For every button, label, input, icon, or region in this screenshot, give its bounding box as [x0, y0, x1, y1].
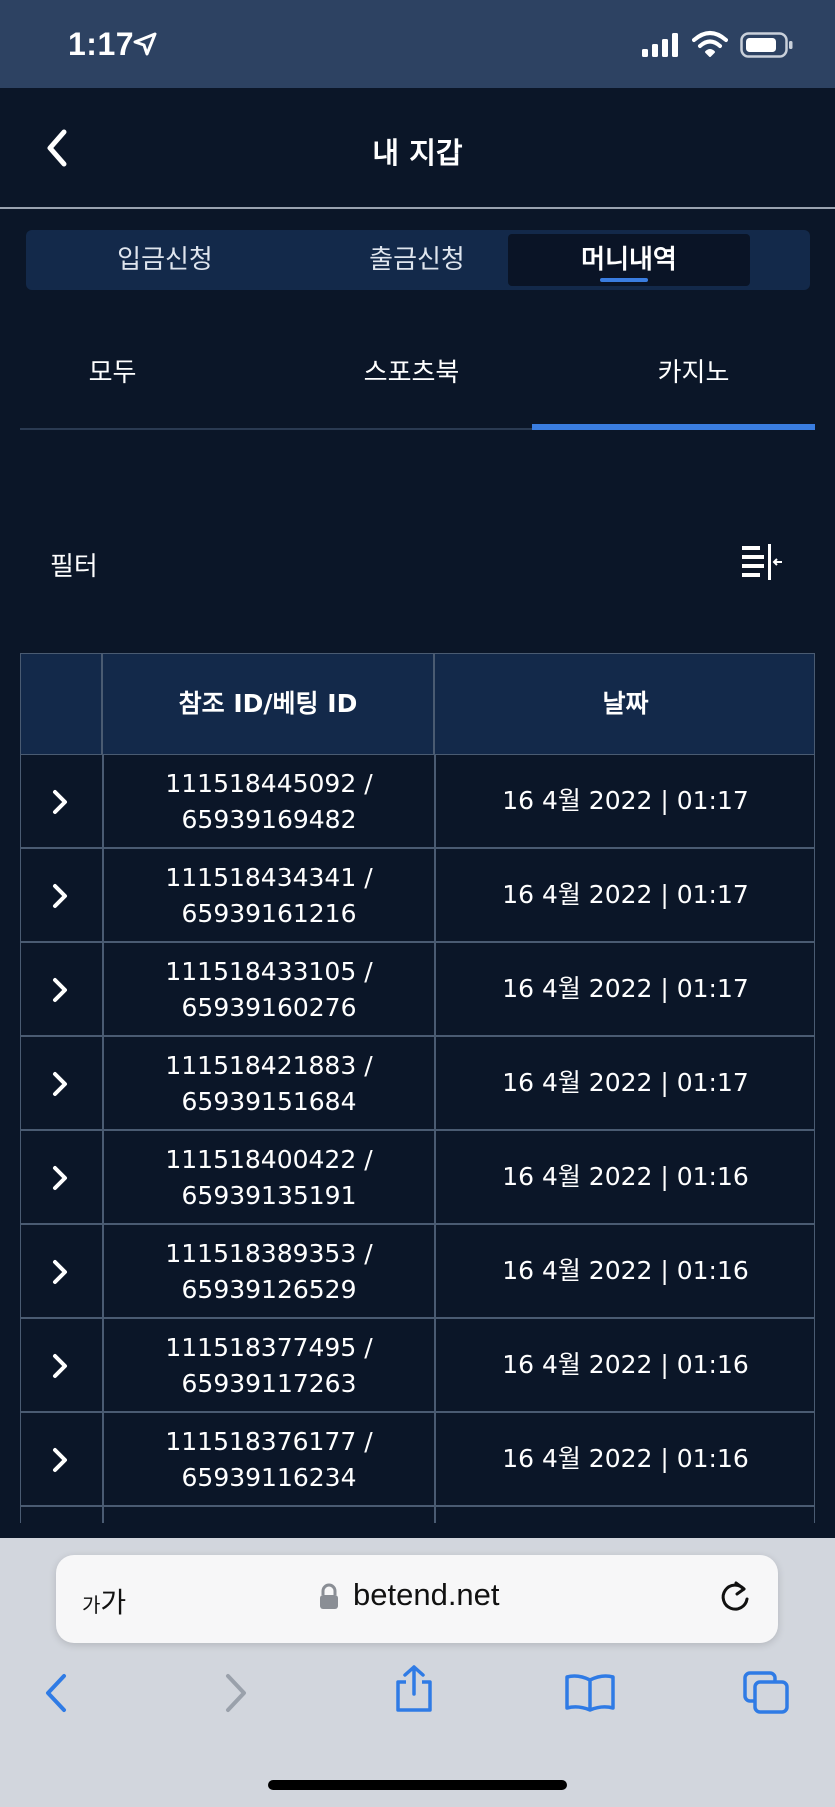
bet-id: 65939169482: [181, 805, 357, 834]
bet-id: 65939160276: [181, 993, 357, 1022]
row-date: 16 4월 2022 | 01:16: [502, 1256, 749, 1285]
browser-back-icon[interactable]: [42, 1672, 70, 1718]
chevron-right-icon[interactable]: [51, 1071, 69, 1101]
page-title: 내 지갑: [372, 136, 463, 170]
row-date: 16 4월 2022 | 01:17: [502, 786, 749, 815]
row-date: 16 4월 2022 | 01:17: [502, 974, 749, 1003]
table-row[interactable]: 111518400422 / 65939135191 16 4월 2022 | 0…: [20, 1131, 815, 1225]
row-ids: 111518400422 / 65939135191: [103, 1142, 435, 1214]
column-divider: [102, 1507, 104, 1523]
lock-icon: [319, 1583, 339, 1615]
chevron-right-icon[interactable]: [51, 883, 69, 913]
subtab-label: 모두: [88, 358, 137, 388]
reader-text-size-button[interactable]: 가가: [82, 1581, 126, 1621]
bet-id: 65939117263: [181, 1369, 357, 1398]
tab-withdraw-request[interactable]: 출금신청: [296, 234, 538, 286]
table-row[interactable]: 111518445092 / 65939169482 16 4월 2022 | 0…: [20, 755, 815, 849]
aa-small: 가: [82, 1593, 101, 1617]
status-bar: 1:17: [0, 0, 835, 88]
column-divider: [434, 1507, 436, 1523]
subtab-sportsbook[interactable]: 스포츠북: [279, 352, 544, 389]
row-date: 16 4월 2022 | 01:17: [502, 1068, 749, 1097]
ref-id: 111518377495 /: [165, 1333, 373, 1362]
row-date: 16 4월 2022 | 01:17: [502, 880, 749, 909]
tab-money-history[interactable]: 머니내역: [508, 234, 750, 286]
ref-id: 111518434341 /: [165, 863, 373, 892]
share-icon[interactable]: [392, 1664, 436, 1718]
bet-id: 65939135191: [181, 1181, 357, 1210]
row-ids: 111518389353 / 65939126529: [103, 1236, 435, 1308]
filter-icon[interactable]: [740, 542, 784, 586]
column-header-ref-id: 참조 ID/베팅 ID: [178, 689, 358, 718]
tabs-icon[interactable]: [742, 1670, 790, 1718]
bet-id: 65939151684: [181, 1087, 357, 1116]
row-ids: 111518421883 / 65939151684: [103, 1048, 435, 1120]
table-row[interactable]: 111518389353 / 65939126529 16 4월 2022 | 0…: [20, 1225, 815, 1319]
chevron-right-icon[interactable]: [51, 977, 69, 1007]
main-tabs: 입금신청 출금신청 머니내역: [26, 230, 810, 290]
wifi-icon: [692, 30, 728, 62]
chevron-right-icon[interactable]: [51, 1259, 69, 1289]
chevron-right-icon[interactable]: [51, 1165, 69, 1195]
chevron-right-icon[interactable]: [51, 1353, 69, 1383]
row-ids: 111518376177 / 65939116234: [103, 1424, 435, 1496]
table-row-partial: [20, 1507, 815, 1523]
browser-forward-icon[interactable]: [222, 1672, 250, 1718]
tab-label: 머니내역: [581, 245, 677, 275]
history-table: 참조 ID/베팅 ID 날짜 111518445092 / 65939169482…: [20, 653, 815, 1523]
subtab-casino[interactable]: 카지노: [561, 352, 826, 389]
row-ids: 111518377495 / 65939117263: [103, 1330, 435, 1402]
address-bar[interactable]: 가가 betend.net: [56, 1555, 778, 1643]
active-tab-indicator: [600, 278, 648, 282]
ref-id: 111518433105 /: [165, 957, 373, 986]
row-date: 16 4월 2022 | 01:16: [502, 1162, 749, 1191]
ref-id: 111518421883 /: [165, 1051, 373, 1080]
home-indicator: [268, 1780, 567, 1790]
battery-icon: [740, 32, 794, 62]
subtab-label: 카지노: [657, 358, 730, 388]
subtab-all[interactable]: 모두: [0, 352, 245, 389]
bookmarks-icon[interactable]: [564, 1672, 616, 1716]
row-date: 16 4월 2022 | 01:16: [502, 1444, 749, 1473]
aa-large: 가: [100, 1586, 127, 1619]
tab-label: 출금신청: [369, 245, 465, 275]
status-time: 1:17: [68, 26, 135, 62]
signal-icon: [642, 33, 680, 61]
table-header: 참조 ID/베팅 ID 날짜: [20, 653, 815, 755]
ref-id: 111518389353 /: [165, 1239, 373, 1268]
ref-id: 111518376177 /: [165, 1427, 373, 1456]
bet-id: 65939116234: [181, 1463, 357, 1492]
subtab-label: 스포츠북: [363, 358, 460, 388]
reload-icon[interactable]: [718, 1579, 752, 1619]
ref-id: 111518445092 /: [165, 769, 373, 798]
chevron-right-icon[interactable]: [51, 789, 69, 819]
filter-label: 필터: [50, 552, 98, 582]
table-row[interactable]: 111518433105 / 65939160276 16 4월 2022 | 0…: [20, 943, 815, 1037]
tab-label: 입금신청: [117, 245, 213, 275]
bet-id: 65939161216: [181, 899, 357, 928]
header-divider: [0, 207, 835, 209]
row-date: 16 4월 2022 | 01:16: [502, 1350, 749, 1379]
app-header: 내 지갑: [0, 88, 835, 208]
row-ids: 111518445092 / 65939169482: [103, 766, 435, 838]
table-row[interactable]: 111518377495 / 65939117263 16 4월 2022 | 0…: [20, 1319, 815, 1413]
url-text: betend.net: [353, 1577, 500, 1612]
table-row[interactable]: 111518434341 / 65939161216 16 4월 2022 | 0…: [20, 849, 815, 943]
ref-id: 111518400422 /: [165, 1145, 373, 1174]
table-row[interactable]: 111518376177 / 65939116234 16 4월 2022 | 0…: [20, 1413, 815, 1507]
tab-deposit-request[interactable]: 입금신청: [44, 234, 286, 286]
row-ids: 111518434341 / 65939161216: [103, 860, 435, 932]
location-arrow-icon: [132, 31, 158, 61]
bet-id: 65939126529: [181, 1275, 357, 1304]
table-row[interactable]: 111518421883 / 65939151684 16 4월 2022 | 0…: [20, 1037, 815, 1131]
subtab-active-indicator: [532, 424, 815, 430]
row-ids: 111518433105 / 65939160276: [103, 954, 435, 1026]
chevron-right-icon[interactable]: [51, 1447, 69, 1477]
sub-tabs: 모두 스포츠북 카지노: [20, 340, 815, 430]
column-header-date: 날짜: [602, 689, 649, 718]
